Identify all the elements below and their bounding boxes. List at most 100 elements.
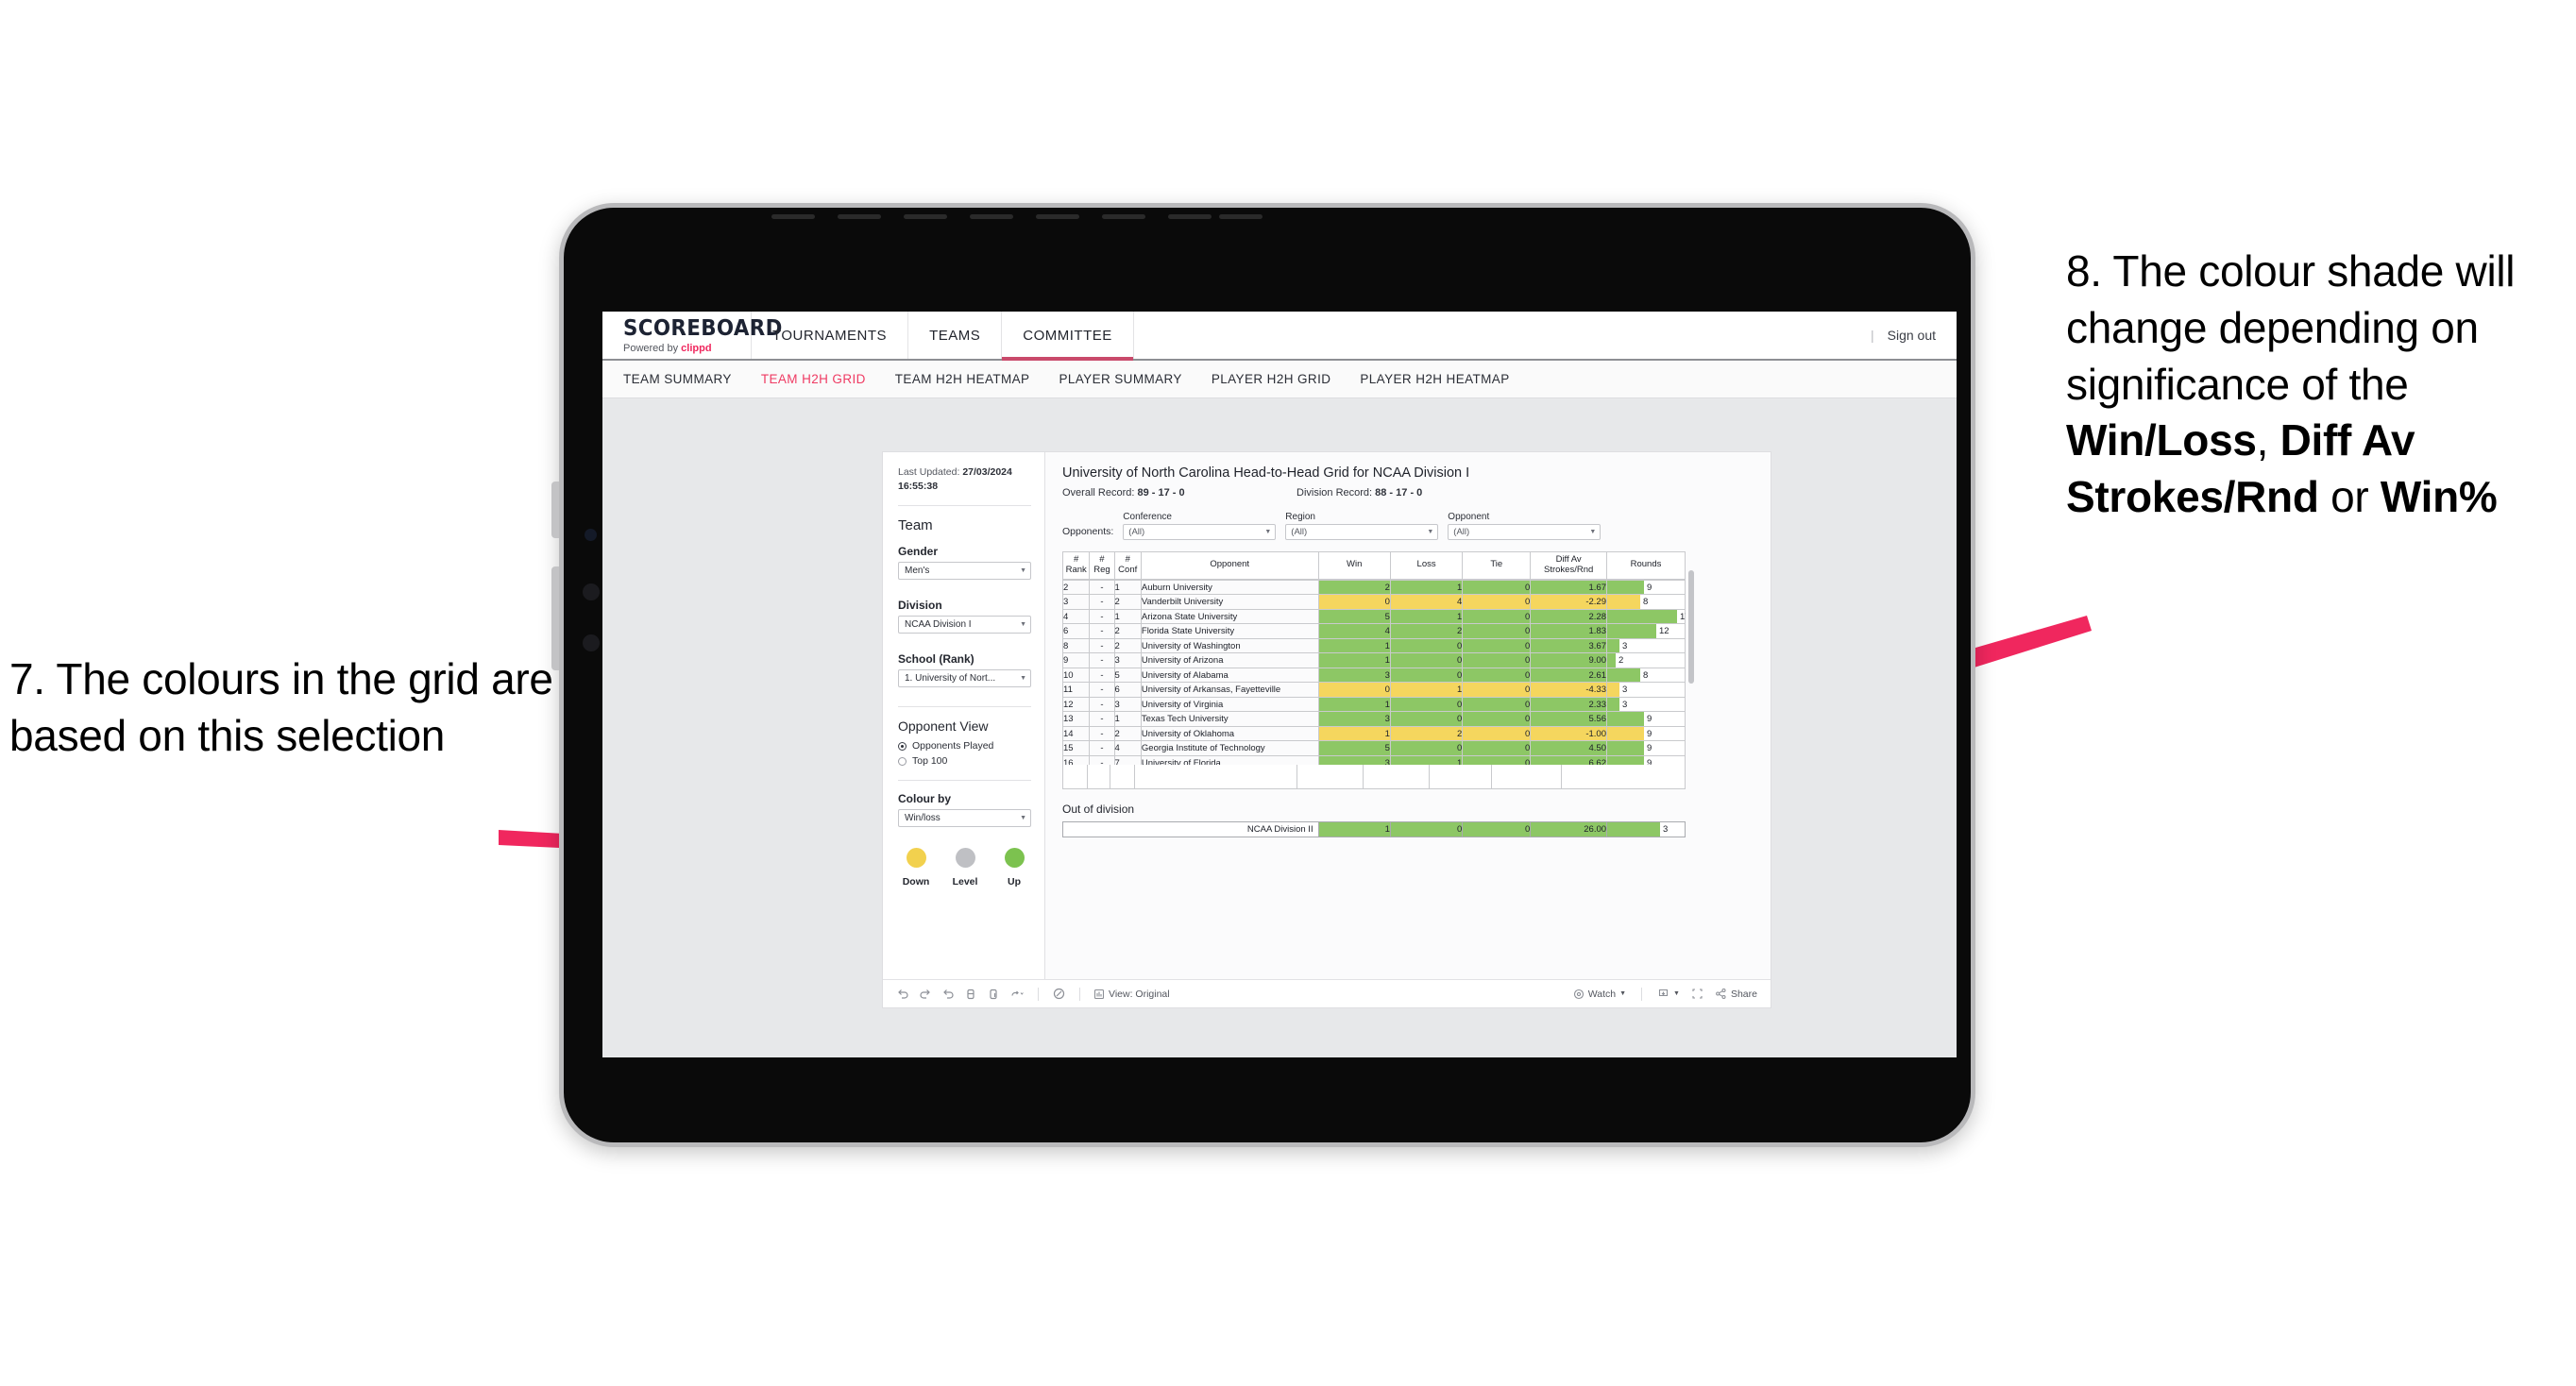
table-row[interactable]: 9-3 University of Arizona 1 0 0 9.00 2 bbox=[1062, 652, 1686, 668]
sub-nav-player-h2h-heatmap[interactable]: PLAYER H2H HEATMAP bbox=[1360, 372, 1527, 386]
table-row[interactable]: 12-3 University of Virginia 1 0 0 2.33 3 bbox=[1062, 696, 1686, 713]
gender-select[interactable]: Men's ▼ bbox=[898, 562, 1031, 581]
cell-reg: - bbox=[1089, 696, 1115, 713]
cell-tie: 0 bbox=[1462, 623, 1532, 639]
view-original-button[interactable]: View: Original bbox=[1093, 989, 1170, 1000]
cell-conf: 3 bbox=[1113, 696, 1142, 713]
cell-rounds: 9 bbox=[1606, 740, 1686, 756]
filter-label: Region bbox=[1285, 512, 1315, 522]
sub-nav-team-h2h-heatmap[interactable]: TEAM H2H HEATMAP bbox=[895, 372, 1048, 386]
refresh-data-icon[interactable] bbox=[964, 988, 977, 1001]
cell-rounds: 3 bbox=[1606, 820, 1686, 837]
cell-opponent: University of Arizona bbox=[1140, 652, 1319, 668]
col-tie[interactable]: Tie bbox=[1462, 551, 1532, 580]
h2h-grid-wrapper: # Rank # Reg # Conf Opponent Win Loss Tie D… bbox=[1061, 551, 1694, 789]
table-row[interactable]: 13-1 Texas Tech University 3 0 0 5.56 9 bbox=[1062, 711, 1686, 727]
table-row[interactable]: 16-7 University of Florida 3 1 0 6.62 9 bbox=[1062, 754, 1686, 765]
cell-opponent: University of Arkansas, Fayetteville bbox=[1140, 682, 1319, 698]
col-win[interactable]: Win bbox=[1317, 551, 1391, 580]
opponent-select[interactable]: (All) ▼ bbox=[1448, 524, 1602, 540]
logo-sub-prefix: Powered by bbox=[623, 343, 682, 354]
col-reg[interactable]: # Reg bbox=[1089, 551, 1115, 580]
cell-conf: 4 bbox=[1113, 740, 1142, 756]
cell-reg: - bbox=[1089, 579, 1115, 596]
top-nav-tournaments[interactable]: TOURNAMENTS bbox=[752, 312, 909, 359]
chevron-down-icon: ▼ bbox=[1020, 675, 1026, 683]
dashboard-container: Last Updated: 27/03/2024 16:55:38 Team G… bbox=[882, 451, 1771, 1008]
region-select[interactable]: (All) ▼ bbox=[1285, 524, 1439, 540]
cell-rank: 14 bbox=[1062, 725, 1091, 742]
grid-scrollbar[interactable] bbox=[1688, 570, 1694, 684]
redo-icon[interactable] bbox=[919, 988, 932, 1001]
conference-select[interactable]: (All) ▼ bbox=[1123, 524, 1277, 540]
cell-rounds: 3 bbox=[1606, 637, 1686, 654]
table-row[interactable]: 8-2 University of Washington 1 0 0 3.67 3 bbox=[1062, 637, 1686, 654]
cell-tie: 0 bbox=[1462, 740, 1532, 756]
table-row[interactable]: 15-4 Georgia Institute of Technology 5 0 0 4.… bbox=[1062, 740, 1686, 756]
table-row[interactable]: 6-2 Florida State University 4 2 0 1.83 12 bbox=[1062, 623, 1686, 639]
app-logo[interactable]: SCOREBOARD Powered by clippd bbox=[602, 312, 782, 359]
table-row[interactable]: 10-5 University of Alabama 3 0 0 2.61 8 bbox=[1062, 667, 1686, 684]
undo-icon[interactable] bbox=[896, 988, 909, 1001]
sign-out-link[interactable]: Sign out bbox=[1888, 328, 1936, 343]
table-row[interactable]: 3-2 Vanderbilt University 0 4 0 -2.29 8 bbox=[1062, 594, 1686, 610]
col-diff[interactable]: Diff Av Strokes/Rnd bbox=[1530, 551, 1607, 580]
top-nav-committee[interactable]: COMMITTEE bbox=[1002, 312, 1134, 361]
cell-tie: 0 bbox=[1462, 608, 1532, 625]
divider: | bbox=[1870, 328, 1874, 343]
radio-top-100[interactable]: Top 100 bbox=[898, 755, 1031, 767]
pause-updates-icon[interactable] bbox=[987, 988, 1000, 1001]
table-row[interactable]: 2-1 Auburn University 2 1 0 1.67 9 bbox=[1062, 579, 1686, 596]
legend-swatch-level bbox=[955, 848, 975, 869]
top-nav-teams[interactable]: TEAMS bbox=[908, 312, 1003, 359]
reset-icon[interactable] bbox=[1052, 987, 1066, 1001]
cell-opponent: University of Washington bbox=[1140, 637, 1319, 654]
tablet-button-volume-up bbox=[583, 583, 600, 600]
divider bbox=[1038, 987, 1039, 1001]
col-rank[interactable]: # Rank bbox=[1061, 551, 1091, 580]
col-conf[interactable]: # Conf bbox=[1113, 551, 1142, 580]
sub-nav-team-summary[interactable]: TEAM SUMMARY bbox=[623, 372, 750, 386]
revert-icon[interactable] bbox=[941, 988, 955, 1001]
sub-nav-team-h2h-grid[interactable]: TEAM H2H GRID bbox=[761, 372, 884, 386]
cell-rank: 9 bbox=[1062, 652, 1091, 668]
filter-label: Conference bbox=[1123, 512, 1172, 522]
table-row[interactable]: 11-6 University of Arkansas, Fayetteville… bbox=[1062, 682, 1686, 698]
watch-button[interactable]: Watch ▼ bbox=[1573, 989, 1626, 1000]
radio-opponents-played[interactable]: Opponents Played bbox=[898, 740, 1031, 752]
division-select[interactable]: NCAA Division I ▼ bbox=[898, 616, 1031, 634]
col-rounds[interactable]: Rounds bbox=[1606, 551, 1686, 580]
share-button[interactable]: Share bbox=[1715, 988, 1757, 1000]
colour-by-select[interactable]: Win/loss ▼ bbox=[898, 809, 1031, 828]
annotation-8-text-2: , bbox=[2256, 415, 2280, 465]
opponents-label: Opponents: bbox=[1062, 526, 1114, 537]
custom-view-icon[interactable] bbox=[1009, 988, 1025, 1001]
sub-nav-player-h2h-grid[interactable]: PLAYER H2H GRID bbox=[1212, 372, 1349, 386]
cell-win: 0 bbox=[1317, 682, 1391, 698]
cell-opponent: Arizona State University bbox=[1140, 608, 1319, 625]
logo-subtitle: Powered by clippd bbox=[623, 343, 751, 354]
cell-rounds: 12 bbox=[1606, 623, 1686, 639]
radio-label: Opponents Played bbox=[912, 740, 994, 752]
viz-toolbar: View: Original Watch ▼ ▼ Share bbox=[883, 979, 1771, 1007]
download-button[interactable]: ▼ bbox=[1657, 988, 1680, 1000]
table-row[interactable]: 4-1Arizona State University5102.2817 bbox=[1062, 608, 1686, 625]
col-opponent[interactable]: Opponent bbox=[1140, 551, 1319, 580]
filters-sidebar: Last Updated: 27/03/2024 16:55:38 Team G… bbox=[883, 452, 1045, 979]
cell-opponent: Auburn University bbox=[1140, 579, 1319, 596]
fullscreen-icon[interactable] bbox=[1691, 988, 1703, 1000]
h2h-grid-scroll-region[interactable]: 2-1 Auburn University 2 1 0 1.67 9 3-2 Vanderbil… bbox=[1062, 579, 1686, 765]
cell-conf: 2 bbox=[1113, 637, 1142, 654]
cell-reg: - bbox=[1089, 652, 1115, 668]
divider bbox=[898, 706, 1031, 708]
school-select[interactable]: 1. University of Nort... ▼ bbox=[898, 669, 1031, 688]
cell-loss: 0 bbox=[1389, 696, 1464, 713]
col-loss[interactable]: Loss bbox=[1389, 551, 1464, 580]
cell-rank: 8 bbox=[1062, 637, 1091, 654]
out-of-division-row[interactable]: NCAA Division II 1 0 0 26.00 3 bbox=[1062, 820, 1686, 837]
legend-label: Down bbox=[902, 876, 930, 888]
cell-tie: 0 bbox=[1462, 696, 1532, 713]
table-row[interactable]: 14-2 University of Oklahoma 1 2 0 -1.00 9 bbox=[1062, 725, 1686, 742]
cell-opponent: University of Oklahoma bbox=[1140, 725, 1319, 742]
sub-nav-player-summary[interactable]: PLAYER SUMMARY bbox=[1059, 372, 1199, 386]
